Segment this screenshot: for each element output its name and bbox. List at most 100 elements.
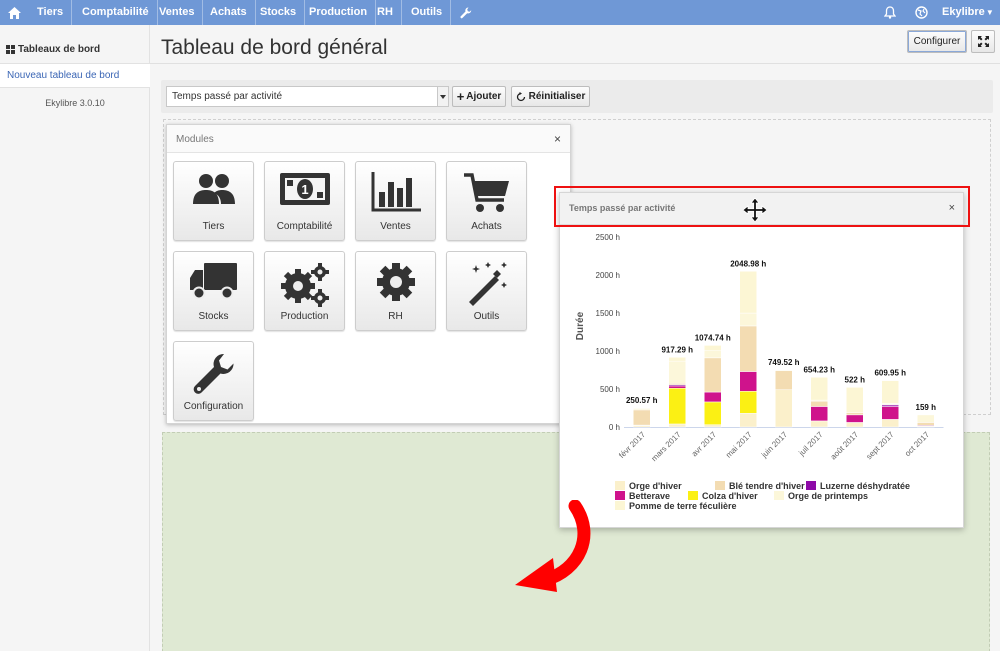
module-tile-rh[interactable]: RH — [355, 251, 436, 331]
nav-ventes[interactable]: Ventes — [151, 0, 204, 25]
sidebar-item-new-dashboard[interactable]: Nouveau tableau de bord — [0, 63, 150, 88]
sidebar-title-text: Tableaux de bord — [18, 44, 101, 55]
x-tick-label: mars 2017 — [650, 430, 683, 463]
x-tick-label: sept 2017 — [864, 430, 896, 462]
bar-segment — [704, 401, 722, 425]
x-tick-label: oct 2017 — [903, 430, 931, 458]
module-tile-label: Tiers — [202, 221, 225, 232]
nav-stocks[interactable]: Stocks — [252, 0, 306, 25]
bar-total-label: 749.52 h — [768, 358, 800, 367]
bar-segment — [775, 389, 793, 428]
gear-icon — [376, 263, 415, 301]
y-tick-label: 1000 h — [596, 347, 620, 356]
modules-panel-title: Modules — [176, 134, 214, 145]
bar-segment — [704, 345, 722, 351]
add-widget-button[interactable]: + Ajouter — [452, 86, 506, 107]
module-tile-configuration[interactable]: Configuration — [173, 341, 254, 421]
bar-segment — [704, 424, 722, 428]
module-tile-label: Stocks — [198, 311, 229, 322]
bar-segment — [704, 391, 722, 403]
bar-chart-icon — [371, 172, 421, 212]
bar-segment — [704, 350, 722, 359]
module-tile-label: Outils — [473, 311, 500, 322]
nav-rh[interactable]: RH — [369, 0, 402, 25]
notifications-button[interactable] — [880, 0, 900, 25]
bar-segment — [668, 423, 686, 428]
module-tile-production[interactable]: Production — [264, 251, 345, 331]
sidebar-title: Tableaux de bord — [6, 44, 100, 55]
settings-wrench-button[interactable] — [452, 0, 480, 25]
fullscreen-button[interactable] — [971, 30, 995, 53]
bar-segment — [881, 380, 899, 404]
globe-icon — [914, 6, 928, 19]
bar-total-label: 609.95 h — [874, 369, 906, 378]
chevron-down-icon: ▼ — [985, 8, 994, 17]
module-tile-label: Achats — [471, 221, 502, 232]
language-button[interactable] — [911, 0, 931, 25]
user-menu[interactable]: Ekylibre▼ — [942, 0, 994, 25]
bar-segment — [846, 412, 864, 416]
modules-panel: Modules × Tiers 1 Comptabilité Ventes Ac… — [166, 124, 571, 424]
modules-close-icon[interactable]: × — [554, 132, 561, 146]
x-tick-label: juil 2017 — [797, 430, 826, 459]
bar-segment — [668, 387, 686, 425]
refresh-icon — [516, 91, 525, 101]
home-button[interactable] — [0, 0, 28, 25]
legend-label: Pomme de terre féculière — [629, 501, 737, 511]
module-tile-label: Production — [280, 311, 329, 322]
bar-segment — [739, 371, 757, 392]
bar-total-label: 159 h — [916, 403, 937, 412]
x-tick-label: févr 2017 — [617, 430, 647, 460]
bar-segment — [668, 385, 686, 389]
drag-direction-arrow — [515, 500, 591, 592]
reset-button[interactable]: Réinitialiser — [511, 86, 590, 107]
module-tile-comptabilite[interactable]: 1 Comptabilité — [264, 161, 345, 241]
module-tile-outils[interactable]: Outils — [446, 251, 527, 331]
module-tile-label: Comptabilité — [276, 221, 333, 232]
dashboard-grid-icon — [6, 45, 15, 54]
legend-swatch — [615, 501, 625, 510]
module-tile-label: RH — [388, 311, 403, 322]
bar-segment — [917, 422, 935, 426]
users-icon — [192, 174, 235, 204]
bar-segment — [881, 406, 899, 420]
expand-icon — [977, 36, 989, 47]
legend-label: Orge d'hiver — [629, 481, 682, 491]
bar-total-label: 522 h — [845, 375, 866, 384]
stacked-bar-chart: 0 h 500 h 1000 h 1500 h 2000 h 2500 h Durée 250… — [575, 233, 944, 511]
nav-production[interactable]: Production — [301, 0, 377, 25]
y-tick-label: 2500 h — [596, 233, 620, 242]
y-tick-label: 500 h — [600, 385, 620, 394]
bar-total-label: 917.29 h — [661, 345, 693, 354]
legend-label: Orge de printemps — [788, 491, 868, 501]
page-title: Tableau de bord général — [161, 36, 388, 59]
bar-segment — [633, 409, 651, 426]
y-tick-label: 1500 h — [596, 309, 620, 318]
bar-segment — [704, 357, 722, 393]
nav-achats[interactable]: Achats — [202, 0, 256, 25]
module-tile-tiers[interactable]: Tiers — [173, 161, 254, 241]
bell-icon — [884, 6, 896, 19]
configure-button[interactable]: Configurer — [907, 30, 967, 53]
module-tile-ventes[interactable]: Ventes — [355, 161, 436, 241]
bar-segment — [846, 422, 864, 428]
home-icon — [7, 6, 21, 19]
bar-segment — [739, 413, 757, 428]
plus-icon: + — [456, 88, 465, 104]
truck-icon — [189, 263, 237, 300]
wrench-icon — [460, 6, 472, 18]
bar-segment — [810, 420, 828, 428]
modules-panel-header: Modules × — [167, 125, 570, 153]
legend-label: Blé tendre d'hiver — [729, 481, 805, 491]
bar-segment — [739, 391, 757, 414]
nav-comptabilite[interactable]: Comptabilité — [74, 0, 158, 25]
module-tile-stocks[interactable]: Stocks — [173, 251, 254, 331]
bar-segment — [810, 406, 828, 422]
widget-type-select[interactable]: Temps passé par activité — [166, 86, 449, 107]
module-tile-achats[interactable]: Achats — [446, 161, 527, 241]
x-tick-label: avr 2017 — [690, 430, 719, 459]
nav-outils[interactable]: Outils — [403, 0, 452, 25]
legend-swatch — [688, 491, 698, 500]
nav-tiers[interactable]: Tiers — [29, 0, 73, 25]
money-bill-icon: 1 — [279, 173, 330, 205]
